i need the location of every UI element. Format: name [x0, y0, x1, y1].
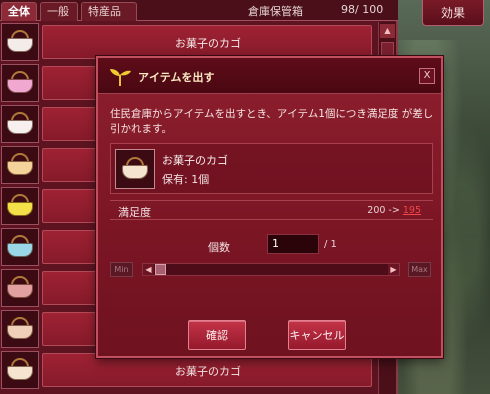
tab-all[interactable]: 全体 — [1, 2, 37, 21]
item-name: お菓子のカゴ — [175, 37, 241, 50]
owned-count: 保有: 1個 — [162, 173, 210, 186]
basket-icon — [1, 228, 39, 266]
close-icon[interactable]: X — [419, 68, 435, 84]
tab-general[interactable]: 一般 — [40, 2, 78, 21]
storage-count: 98/ 100 — [341, 3, 384, 16]
item-name: お菓子のカゴ — [162, 154, 228, 167]
basket-icon — [1, 310, 39, 348]
tab-bar: 全体 一般 特産品 倉庫保管箱 98/ 100 — [0, 0, 398, 21]
slider-max-button[interactable]: Max — [408, 262, 431, 277]
tab-specialty[interactable]: 特産品 — [81, 2, 137, 21]
effect-button[interactable]: 効果 — [422, 0, 484, 26]
storage-title: 倉庫保管箱 — [248, 5, 303, 18]
cancel-button[interactable]: キャンセル — [288, 320, 346, 350]
satisfaction-after: 195 — [402, 205, 421, 216]
dialog-description: 住民倉庫からアイテムを出すとき、アイテム1個につき満足度 が差し引かれます。 — [110, 108, 434, 135]
satisfaction-value: 200 -> 195 — [367, 205, 421, 216]
basket-icon — [1, 146, 39, 184]
item-info-panel: お菓子のカゴ 保有: 1個 — [110, 143, 433, 194]
basket-icon — [1, 105, 39, 143]
scroll-up-icon[interactable]: ▲ — [380, 24, 395, 38]
basket-icon — [1, 187, 39, 225]
basket-icon — [115, 149, 155, 189]
item-name: お菓子のカゴ — [175, 365, 241, 378]
withdraw-item-dialog: アイテムを出す X 住民倉庫からアイテムを出すとき、アイテム1個につき満足度 が… — [96, 56, 443, 358]
quantity-label: 個数 — [208, 241, 230, 254]
sprout-icon — [110, 69, 131, 86]
arrow-right-icon[interactable]: ▶ — [388, 264, 399, 275]
satisfaction-before: 200 -> — [367, 205, 400, 216]
slider-track[interactable]: ◀ ▶ — [142, 263, 400, 276]
satisfaction-row: 満足度 200 -> 195 — [110, 200, 433, 220]
basket-icon — [1, 351, 39, 389]
satisfaction-label: 満足度 — [118, 206, 151, 219]
dialog-header: アイテムを出す X — [98, 58, 441, 94]
basket-icon — [1, 64, 39, 102]
quantity-max: / 1 — [324, 239, 337, 250]
arrow-left-icon[interactable]: ◀ — [143, 264, 154, 275]
basket-icon — [1, 269, 39, 307]
confirm-button[interactable]: 確認 — [188, 320, 246, 350]
quantity-slider: Min ◀ ▶ Max — [110, 261, 433, 279]
slider-min-button[interactable]: Min — [110, 262, 133, 277]
basket-icon — [1, 23, 39, 61]
quantity-input[interactable]: 1 — [267, 234, 319, 254]
slider-thumb[interactable] — [155, 264, 166, 275]
dialog-title: アイテムを出す — [138, 71, 215, 84]
